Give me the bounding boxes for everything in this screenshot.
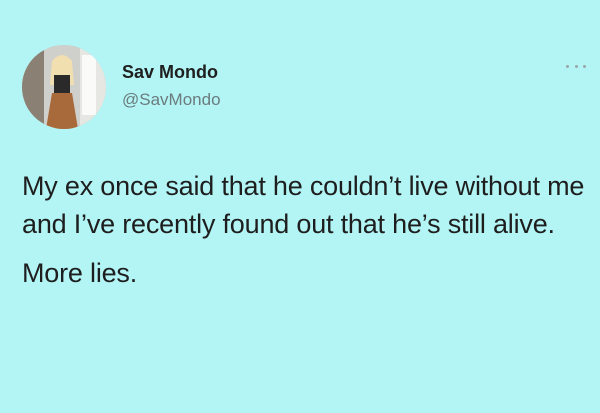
- more-options-icon[interactable]: [566, 62, 586, 70]
- author-display-name[interactable]: Sav Mondo: [122, 62, 218, 83]
- more-dot: [574, 64, 578, 68]
- tweet-paragraph: My ex once said that he couldn’t live wi…: [22, 171, 585, 239]
- author-handle[interactable]: @SavMondo: [122, 90, 221, 110]
- tweet-text: My ex once said that he couldn’t live wi…: [22, 168, 592, 292]
- profile-photo-icon: [22, 45, 106, 129]
- tweet-card: Sav Mondo @SavMondo My ex once said that…: [0, 0, 600, 413]
- avatar[interactable]: [22, 45, 106, 129]
- more-dot: [566, 64, 569, 68]
- tweet-paragraph: More lies.: [22, 257, 138, 288]
- more-dot: [583, 64, 586, 68]
